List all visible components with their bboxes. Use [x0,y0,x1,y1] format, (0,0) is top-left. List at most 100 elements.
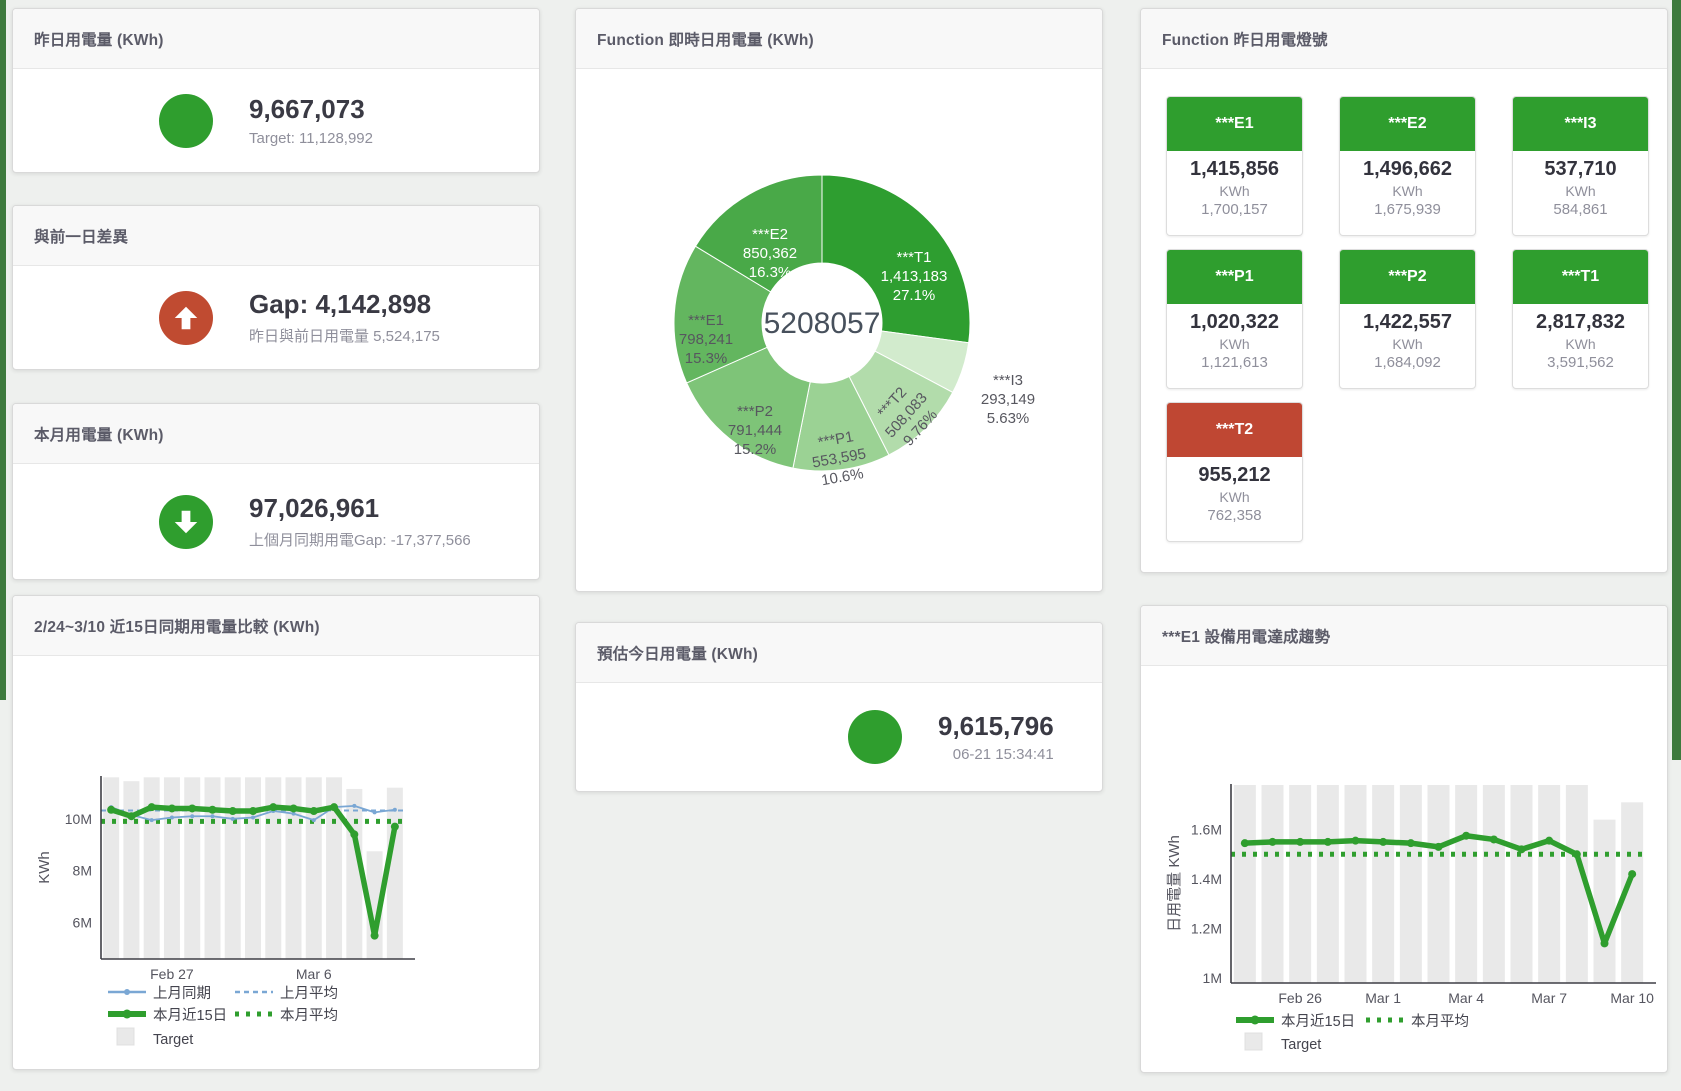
tile-label: ***T1 [1513,250,1648,304]
legend-item[interactable]: 本月平均 [235,1007,338,1024]
panel-usage-lights: Function 昨日用電燈號 ***E11,415,856KWh1,700,1… [1140,8,1668,573]
panel-estimate-today: 預估今日用電量 (KWh) 9,615,796 06-21 15:34:41 [575,622,1103,792]
legend-item[interactable]: Target [1245,1033,1321,1053]
legend-label: 本月平均 [1411,1013,1469,1030]
tile-unit: KWh [1340,183,1475,199]
data-point [1296,838,1304,846]
arrow-up-icon [159,291,213,345]
data-point [107,806,115,814]
data-point [350,830,358,838]
target-bar [1428,785,1450,983]
panel-header: 本月用電量 (KWh) [13,404,539,464]
data-point [352,804,356,808]
legend-label: 上月同期 [153,985,211,1002]
data-point [373,810,377,814]
panel-title[interactable]: 預估今日用電量 (KWh) [597,642,758,664]
legend-item[interactable]: 本月平均 [1366,1013,1469,1030]
data-point [1518,845,1526,853]
panel-header: ***E1 設備用電達成趨勢 [1141,606,1667,666]
legend-item[interactable]: 本月近15日 [108,1007,227,1024]
x-tick-label: Mar 6 [296,966,332,982]
light-tile: ***E21,496,662KWh1,675,939 [1339,96,1476,236]
data-point [1324,838,1332,846]
x-tick-label: Mar 7 [1531,990,1567,1006]
tile-value: 955,212 [1167,464,1302,487]
panel-title[interactable]: 2/24~3/10 近15日同期用電量比較 (KWh) [34,615,320,637]
data-point [190,814,194,818]
tile-label: ***E2 [1340,97,1475,151]
tile-unit: KWh [1167,336,1302,352]
donut-center-value: 5208057 [764,307,881,340]
panel-title[interactable]: Function 即時日用電量 (KWh) [597,28,814,50]
tile-target: 762,358 [1167,507,1302,524]
panel-compare-chart: 2/24~3/10 近15日同期用電量比較 (KWh) 6M8M10MKWhFe… [12,595,540,1070]
compare-usage-chart: 6M8M10MKWhFeb 27Mar 6上月同期上月平均本月近15日本月平均T… [13,656,540,1070]
light-tile: ***E11,415,856KWh1,700,157 [1166,96,1303,236]
page-edge-left [0,0,6,700]
light-tile: ***T2955,212KWh762,358 [1166,402,1303,542]
data-point [127,812,135,820]
x-tick-label: Mar 4 [1448,990,1484,1006]
tile-target: 3,591,562 [1513,354,1648,371]
panel-title[interactable]: ***E1 設備用電達成趨勢 [1162,625,1330,647]
y-tick-label: 10M [65,811,92,827]
panel-title[interactable]: 與前一日差異 [34,225,128,247]
stat-subtitle: 06-21 15:34:41 [938,746,1054,763]
panel-month-usage: 本月用電量 (KWh) 97,026,961 上個月同期用電Gap: -17,3… [12,403,540,580]
target-bar [1289,785,1311,983]
target-bar [306,777,322,959]
data-point [310,807,318,815]
donut-slice-label: ***I3293,1495.63% [981,372,1035,427]
tile-target: 1,684,092 [1340,354,1475,371]
data-point [231,817,235,821]
data-point [1573,850,1581,858]
data-point [1352,837,1360,845]
data-point [1435,843,1443,851]
status-circle-icon [159,94,213,148]
legend-label: 上月平均 [280,985,338,1002]
tile-value: 537,710 [1513,158,1648,181]
panel-title[interactable]: 昨日用電量 (KWh) [34,28,164,50]
target-bar [1345,785,1367,983]
data-point [1462,832,1470,840]
data-point [1407,839,1415,847]
legend-item[interactable]: 上月同期 [108,985,211,1002]
data-point [1628,870,1636,878]
stat-value: 9,667,073 [249,94,373,125]
target-bar [1262,785,1284,983]
y-tick-label: 6M [73,915,92,931]
tile-unit: KWh [1167,183,1302,199]
legend-label: 本月近15日 [1281,1013,1355,1030]
panel-title[interactable]: 本月用電量 (KWh) [34,423,164,445]
legend-item[interactable]: Target [117,1028,193,1048]
target-bar [225,777,241,959]
x-tick-label: Feb 26 [1278,990,1322,1006]
panel-day-gap: 與前一日差異 Gap: 4,142,898 昨日與前日用電量 5,524,175 [12,205,540,370]
target-bar [1372,785,1394,983]
data-point [1601,939,1609,947]
tile-value: 1,020,322 [1167,311,1302,334]
legend-label: Target [153,1032,193,1048]
legend-item[interactable]: 上月平均 [235,985,338,1002]
panel-header: Function 昨日用電燈號 [1141,9,1667,69]
target-bar [123,781,139,959]
data-point [330,803,338,811]
target-bar [1234,785,1256,983]
tile-target: 584,861 [1513,201,1648,218]
tile-unit: KWh [1167,489,1302,505]
page-edge-right [1672,0,1681,760]
legend-label: Target [1281,1037,1321,1053]
stat-subtitle: 昨日與前日用電量 5,524,175 [249,325,440,346]
light-tile: ***I3537,710KWh584,861 [1512,96,1649,236]
legend-item[interactable]: 本月近15日 [1236,1013,1355,1030]
data-point [1379,838,1387,846]
target-bar [245,777,261,959]
tile-unit: KWh [1513,336,1648,352]
stat-value: 9,615,796 [938,711,1054,742]
tile-value: 2,817,832 [1513,311,1648,334]
legend-label: 本月平均 [280,1007,338,1024]
tile-label: ***E1 [1167,97,1302,151]
panel-title[interactable]: Function 昨日用電燈號 [1162,28,1328,50]
data-point [148,803,156,811]
target-bar [1538,785,1560,983]
